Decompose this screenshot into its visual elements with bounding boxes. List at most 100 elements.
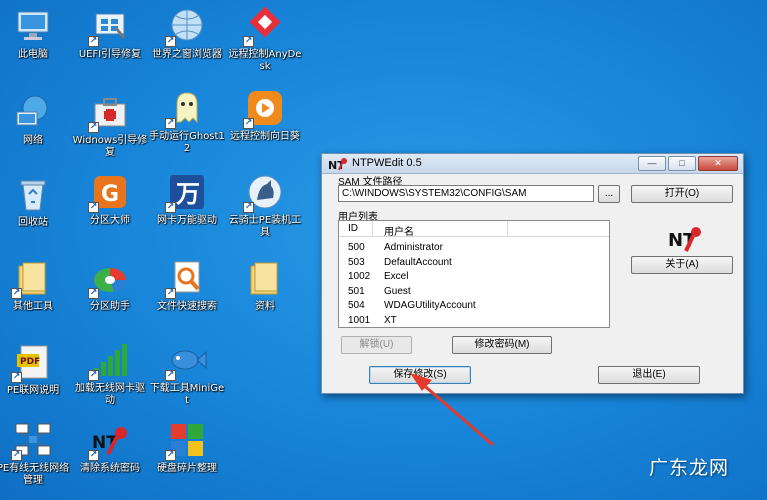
- table-row[interactable]: 500 Administrator: [339, 241, 609, 256]
- ghost-icon: ↗: [165, 88, 207, 129]
- desktop-icon-yunqishi-installer[interactable]: ↗ 云骑士PE装机工具: [224, 172, 306, 239]
- desktop-icon-disk-defrag[interactable]: ↗ 硬盘碎片整理: [146, 420, 228, 475]
- user-id: 504: [348, 300, 365, 311]
- folder-icon: [245, 258, 285, 298]
- open-button[interactable]: 打开(O): [631, 185, 733, 203]
- wireless-signal-icon: ↗: [88, 340, 130, 381]
- partition-assistant-icon: ↗: [88, 258, 130, 299]
- column-header-username[interactable]: 用户名: [384, 223, 414, 238]
- desktop-icon-recycle-bin[interactable]: 回收站: [0, 174, 74, 229]
- save-changes-button[interactable]: 保存修改(S): [369, 366, 471, 384]
- change-password-button[interactable]: 修改密码(M): [452, 336, 552, 354]
- minimize-button[interactable]: —: [638, 156, 666, 171]
- sam-path-input[interactable]: C:\WINDOWS\SYSTEM32\CONFIG\SAM: [338, 185, 594, 202]
- desktop-icon-label: 分区大师: [90, 215, 130, 226]
- shortcut-arrow-icon: ↗: [165, 450, 176, 461]
- sunflower-icon: ↗: [243, 88, 285, 129]
- table-row[interactable]: 501 Guest: [339, 285, 609, 300]
- shortcut-arrow-icon: ↗: [243, 36, 254, 47]
- desktop-icon-file-quick-search[interactable]: ↗ 文件快速搜索: [146, 258, 228, 313]
- shortcut-arrow-icon: ↗: [243, 118, 254, 129]
- user-id: 1001: [348, 314, 371, 326]
- desktop-icon-load-wireless-driver[interactable]: ↗ 加载无线网卡驱动: [69, 340, 151, 407]
- user-name: Guest: [384, 285, 411, 297]
- desktop-icon-manual-ghost12[interactable]: ↗ 手动运行Ghost12: [146, 88, 228, 155]
- desktop-icon-label: 加载无线网卡驱动: [75, 383, 145, 406]
- user-list[interactable]: ID 用户名 500 Administrator 503 DefaultAccoun…: [338, 220, 610, 328]
- desktop-icon-label: 远程控制AnyDesk: [228, 49, 302, 72]
- table-row[interactable]: 504 WDAGUtilityAccount: [339, 299, 609, 314]
- desktop-icon-network[interactable]: 网络: [0, 92, 74, 147]
- anydesk-icon: ↗: [243, 6, 285, 47]
- table-row[interactable]: 503 DefaultAccount: [339, 256, 609, 271]
- ntpwedit-logo-icon: NT: [328, 158, 347, 171]
- ntpwedit-icon: NT ↗: [88, 420, 130, 461]
- desktop-icon-pe-network-manager[interactable]: ↗ PE有线无线网络管理: [0, 420, 74, 487]
- user-list-header: ID 用户名: [339, 221, 609, 238]
- shortcut-arrow-icon: ↗: [88, 202, 99, 213]
- desktop-icon-partition-master[interactable]: G ↗ 分区大师: [69, 172, 151, 227]
- desktop-icon-label: 硬盘碎片整理: [157, 463, 217, 474]
- svg-text:万: 万: [176, 180, 200, 208]
- folder-icon: ↗: [11, 258, 53, 299]
- desktop-icon-label: PE有线无线网络管理: [0, 463, 70, 486]
- desktop-icon-uefi-boot-repair[interactable]: ↗ UEFI引导修复: [69, 6, 151, 61]
- table-row[interactable]: 1002 Excel: [339, 270, 609, 285]
- desktop-icon-label: 资料: [255, 301, 275, 312]
- shortcut-arrow-icon: ↗: [165, 118, 176, 129]
- column-header-id[interactable]: ID: [348, 223, 358, 234]
- universal-driver-icon: 万 ↗: [165, 172, 207, 213]
- ntpwedit-window: NT NTPWEdit 0.5 — □ ✕ SAM 文件路径 C:\WINDOW…: [321, 153, 744, 394]
- shortcut-arrow-icon: ↗: [11, 450, 22, 461]
- network-manager-icon: ↗: [11, 420, 53, 461]
- exit-button[interactable]: 退出(E): [598, 366, 700, 384]
- about-button[interactable]: 关于(A): [631, 256, 733, 274]
- desktop-icon-label: 此电脑: [18, 49, 48, 60]
- user-name: XT: [384, 314, 397, 326]
- unlock-button[interactable]: 解锁(U): [341, 336, 412, 354]
- pdf-icon: PDF ↗: [11, 342, 53, 383]
- desktop-icon-clear-system-password[interactable]: NT ↗ 清除系统密码: [69, 420, 151, 475]
- desktop-icon-label: 世界之窗浏览器: [152, 49, 222, 60]
- search-icon: ↗: [165, 258, 207, 299]
- maximize-button[interactable]: □: [668, 156, 696, 171]
- shortcut-arrow-icon: ↗: [88, 288, 99, 299]
- desktop-icon-miniget[interactable]: ↗ 下载工具MiniGet: [146, 340, 228, 407]
- svg-text:PDF: PDF: [20, 357, 40, 367]
- watermark: 广东龙网: [648, 457, 729, 479]
- close-button[interactable]: ✕: [698, 156, 738, 171]
- user-id: 1002: [348, 271, 371, 282]
- desktop-icon-sunlogin[interactable]: ↗ 远程控制向日葵: [224, 88, 306, 143]
- user-id: 501: [348, 285, 365, 297]
- desktop-icon-anydesk[interactable]: ↗ 远程控制AnyDesk: [224, 6, 306, 73]
- shortcut-arrow-icon: ↗: [165, 202, 176, 213]
- column-divider[interactable]: [372, 221, 373, 237]
- desktop-icon-pe-network-help[interactable]: PDF ↗ PE联网说明: [0, 342, 74, 397]
- shortcut-arrow-icon: ↗: [88, 450, 99, 461]
- shortcut-arrow-icon: ↗: [88, 122, 99, 133]
- desktop-icon-windows-boot-repair[interactable]: ↗ Widnows引导修复: [69, 92, 151, 159]
- title-bar[interactable]: NT NTPWEdit 0.5 — □ ✕: [322, 154, 743, 174]
- recycle-bin-icon: [13, 174, 53, 214]
- desktop-icon-partition-assistant[interactable]: ↗ 分区助手: [69, 258, 151, 313]
- desktop-icon-theworld-browser[interactable]: ↗ 世界之窗浏览器: [146, 6, 228, 61]
- partition-master-icon: G ↗: [88, 172, 130, 213]
- defrag-icon: ↗: [165, 420, 207, 461]
- desktop-icon-label: 回收站: [18, 217, 48, 228]
- desktop-icon-other-tools[interactable]: ↗ 其他工具: [0, 258, 74, 313]
- window-title: NTPWEdit 0.5: [352, 157, 422, 169]
- desktop-icon-label: UEFI引导修复: [78, 49, 142, 60]
- desktop-icon-label: PE联网说明: [6, 385, 60, 396]
- desktop-icon-label: 下载工具MiniGet: [149, 383, 225, 406]
- column-divider[interactable]: [507, 221, 508, 237]
- browse-button[interactable]: ...: [598, 185, 620, 203]
- user-id: 500: [348, 242, 365, 253]
- desktop-icon-this-pc[interactable]: 此电脑: [0, 6, 74, 61]
- desktop-icon-universal-nic-driver[interactable]: 万 ↗ 网卡万能驱动: [146, 172, 228, 227]
- table-row[interactable]: 1001 XT: [339, 314, 609, 328]
- desktop-icon-label: 其他工具: [13, 301, 53, 312]
- shortcut-arrow-icon: ↗: [165, 36, 176, 47]
- svg-text:G: G: [101, 182, 119, 207]
- desktop-icon-materials[interactable]: 资料: [224, 258, 306, 313]
- user-id: 503: [348, 256, 365, 268]
